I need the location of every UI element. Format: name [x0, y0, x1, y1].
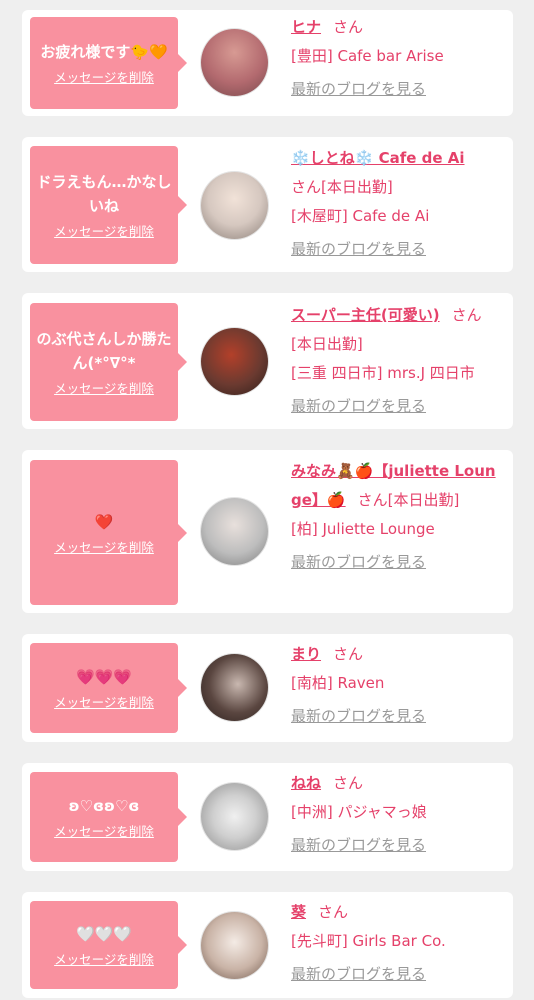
- shop-name: [南柏] Raven: [291, 674, 385, 692]
- cast-info: みなみ🧸🍎【juliette Lounge】🍎 さん[本日出勤] [柏] Juli…: [291, 457, 505, 577]
- latest-blog-link[interactable]: 最新のブログを見る: [291, 235, 426, 264]
- message-card: のぶ代さんしか勝たん(*°∇°* メッセージを削除 スーパー主任(可愛い) さん …: [22, 293, 513, 429]
- message-text: ❤️: [94, 512, 114, 531]
- message-card: お疲れ様です🐤🧡 メッセージを削除 ヒナ さん [豊田] Cafe bar Ari…: [22, 10, 513, 116]
- message-card: ドラえもん…かなしいね メッセージを削除 ❄️しとね❄️ Cafe de Ai …: [22, 137, 513, 272]
- avatar[interactable]: [201, 172, 268, 239]
- honorific: さん: [318, 903, 349, 921]
- honorific: さん: [451, 306, 482, 324]
- delete-message-link[interactable]: メッセージを削除: [54, 378, 154, 397]
- shop-name: [木屋町] Cafe de Ai: [291, 207, 430, 225]
- cast-name-link[interactable]: スーパー主任(可愛い): [291, 306, 440, 324]
- cast-name-link[interactable]: まり: [291, 645, 321, 663]
- message-card: ʚ♡ɞʚ♡ɞ メッセージを削除 ねね さん [中洲] パジャマっ娘 最新のブログを…: [22, 763, 513, 871]
- shop-name: [柏] Juliette Lounge: [291, 520, 435, 538]
- cast-name-link[interactable]: 葵: [291, 903, 306, 921]
- delete-message-link[interactable]: メッセージを削除: [54, 821, 154, 840]
- honorific: さん: [333, 645, 364, 663]
- honorific: さん: [333, 18, 364, 36]
- message-card: 💗💗💗 メッセージを削除 まり さん [南柏] Raven 最新のブログを見る: [22, 634, 513, 742]
- cast-info: ねね さん [中洲] パジャマっ娘 最新のブログを見る: [291, 769, 505, 860]
- avatar[interactable]: [201, 783, 268, 850]
- shop-name: [三重 四日市] mrs.J 四日市: [291, 364, 475, 382]
- latest-blog-link[interactable]: 最新のブログを見る: [291, 75, 426, 104]
- message-card: ❤️ メッセージを削除 みなみ🧸🍎【juliette Lounge】🍎 さん[本日…: [22, 450, 513, 613]
- honorific: さん: [291, 178, 322, 196]
- cast-info: 葵さん [先斗町] Girls Bar Co. 最新のブログを見る: [291, 898, 505, 989]
- shop-name: [中洲] パジャマっ娘: [291, 803, 427, 821]
- delete-message-link[interactable]: メッセージを削除: [54, 692, 154, 711]
- message-bubble: ʚ♡ɞʚ♡ɞ メッセージを削除: [30, 772, 187, 862]
- delete-message-link[interactable]: メッセージを削除: [54, 949, 154, 968]
- avatar[interactable]: [201, 654, 268, 721]
- message-bubble: ❤️ メッセージを削除: [30, 460, 187, 605]
- message-bubble: 💗💗💗 メッセージを削除: [30, 643, 187, 733]
- avatar[interactable]: [201, 29, 268, 96]
- honorific: さん: [333, 774, 364, 792]
- latest-blog-link[interactable]: 最新のブログを見る: [291, 702, 426, 731]
- latest-blog-link[interactable]: 最新のブログを見る: [291, 392, 426, 421]
- avatar[interactable]: [201, 498, 268, 565]
- message-text: 💗💗💗: [75, 668, 133, 686]
- latest-blog-link[interactable]: 最新のブログを見る: [291, 960, 426, 989]
- cast-name-link[interactable]: ❄️しとね❄️ Cafe de Ai: [291, 149, 465, 167]
- status-label: [本日出勤]: [291, 335, 363, 353]
- delete-message-link[interactable]: メッセージを削除: [54, 67, 154, 86]
- status-label: [本日出勤]: [321, 178, 393, 196]
- message-card: 🤍🤍🤍 メッセージを削除 葵さん [先斗町] Girls Bar Co. 最新の…: [22, 892, 513, 998]
- shop-name: [豊田] Cafe bar Arise: [291, 47, 444, 65]
- message-text: お疲れ様です🐤🧡: [40, 43, 168, 61]
- message-bubble: お疲れ様です🐤🧡 メッセージを削除: [30, 17, 187, 109]
- cast-info: まり さん [南柏] Raven 最新のブログを見る: [291, 640, 505, 731]
- shop-name: [先斗町] Girls Bar Co.: [291, 932, 446, 950]
- message-text: ドラえもん…かなしいね: [36, 173, 172, 215]
- message-bubble: のぶ代さんしか勝たん(*°∇°* メッセージを削除: [30, 303, 187, 421]
- cast-info: ヒナ さん [豊田] Cafe bar Arise 最新のブログを見る: [291, 13, 505, 104]
- cast-name-link[interactable]: ヒナ: [291, 18, 321, 36]
- message-bubble: ドラえもん…かなしいね メッセージを削除: [30, 146, 187, 264]
- cast-name-link[interactable]: ねね: [291, 774, 321, 792]
- message-bubble: 🤍🤍🤍 メッセージを削除: [30, 901, 187, 989]
- message-text: のぶ代さんしか勝たん(*°∇°*: [36, 330, 172, 372]
- cast-info: スーパー主任(可愛い) さん [本日出勤] [三重 四日市] mrs.J 四日市 …: [291, 301, 505, 421]
- avatar[interactable]: [201, 912, 268, 979]
- status-label: [本日出勤]: [387, 491, 460, 509]
- message-text: ʚ♡ɞʚ♡ɞ: [68, 797, 140, 815]
- delete-message-link[interactable]: メッセージを削除: [54, 537, 154, 556]
- latest-blog-link[interactable]: 最新のブログを見る: [291, 548, 426, 577]
- cast-info: ❄️しとね❄️ Cafe de Ai さん[本日出勤] [木屋町] Cafe d…: [291, 144, 505, 264]
- delete-message-link[interactable]: メッセージを削除: [54, 221, 154, 240]
- honorific: さん: [357, 491, 388, 509]
- avatar[interactable]: [201, 328, 268, 395]
- latest-blog-link[interactable]: 最新のブログを見る: [291, 831, 426, 860]
- message-text: 🤍🤍🤍: [75, 925, 133, 943]
